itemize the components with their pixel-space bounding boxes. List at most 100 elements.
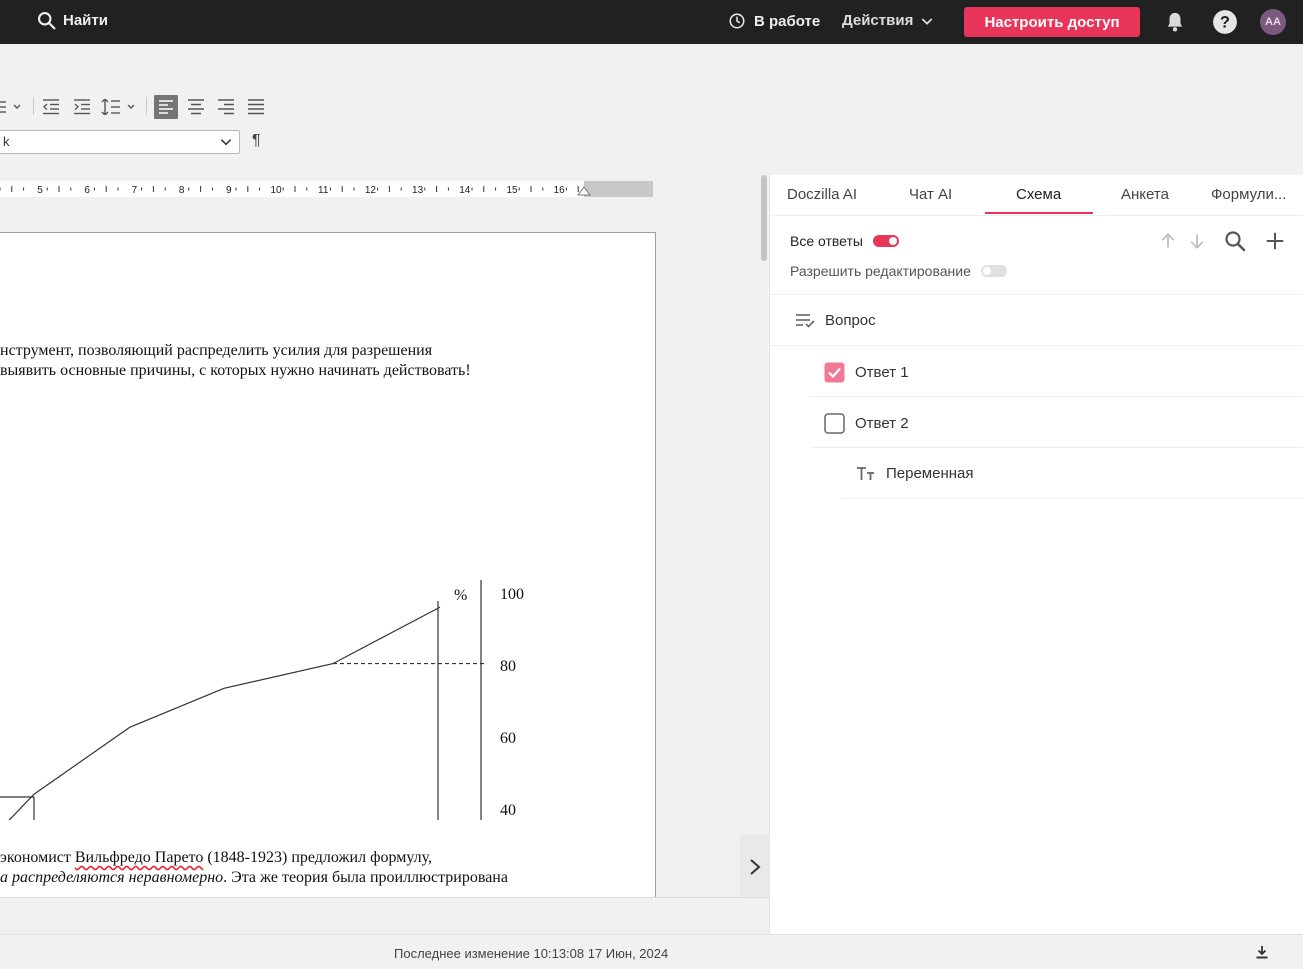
ruler-number: 7 — [132, 185, 138, 196]
allow-editing-label: Разрешить редактирование — [790, 263, 971, 279]
arrow-up-icon[interactable] — [1158, 231, 1178, 251]
status-label: В работе — [754, 12, 821, 30]
doc-text-span: (1848-1923) предложил формулу, — [203, 849, 433, 866]
arrow-down-icon[interactable] — [1187, 231, 1207, 251]
chevron-down-icon — [922, 17, 933, 25]
doc-paragraph-line: нструмент, позволяющий распределить усил… — [0, 342, 433, 359]
ruler-number: 10 — [270, 185, 282, 196]
align-left-button[interactable] — [154, 95, 178, 119]
indent-icon[interactable] — [73, 99, 91, 115]
top-bar: Найти В работе Действия Настроить доступ… — [0, 0, 1303, 44]
all-answers-toggle[interactable] — [872, 235, 899, 247]
clock-icon — [729, 13, 745, 29]
tree-item-answer-2[interactable]: Ответ 2 — [824, 413, 909, 434]
style-value: k — [3, 134, 10, 149]
toolbar-divider — [33, 97, 34, 115]
outdent-icon[interactable] — [42, 99, 60, 115]
text-type-icon — [857, 466, 874, 480]
spellcheck-word: Вильфредо Парето — [74, 849, 204, 866]
tree-divider — [770, 345, 1303, 346]
help-icon[interactable]: ? — [1212, 9, 1238, 35]
active-tab-indicator — [985, 212, 1093, 214]
indent-marker-icon[interactable] — [577, 186, 591, 200]
download-icon[interactable] — [1255, 945, 1269, 959]
doc-text-span: экономист — [0, 849, 75, 866]
chevron-right-icon — [749, 859, 761, 875]
document-area: нструмент, позволяющий распределить усил… — [0, 175, 769, 897]
ruler-number: 14 — [459, 185, 471, 196]
toolbar-divider — [146, 97, 147, 115]
ruler-number: 9 — [226, 185, 232, 196]
toggle-knob — [982, 267, 991, 275]
search-label: Найти — [63, 12, 108, 29]
align-right-icon[interactable] — [216, 99, 236, 115]
search-icon[interactable] — [1223, 229, 1247, 253]
tree-item-question[interactable]: Вопрос — [795, 312, 876, 329]
cumulative-line — [8, 606, 441, 820]
search-icon — [38, 12, 56, 30]
all-answers-label: Все ответы — [790, 233, 863, 249]
ruler-number: 12 — [365, 185, 377, 196]
align-center-icon[interactable] — [186, 99, 206, 115]
ruler[interactable]: 5678910111213141516171 — [0, 181, 657, 197]
doc-text-span: . Эта же теория была проиллюстрирована — [223, 869, 508, 886]
ruler-number: 8 — [179, 185, 185, 196]
actions-label: Действия — [842, 12, 914, 29]
tree-item-label: Ответ 2 — [855, 415, 909, 432]
expand-panel-button[interactable] — [740, 835, 769, 899]
all-answers-row: Все ответы — [790, 233, 899, 249]
tab-chat-ai[interactable]: Чат AI — [909, 186, 952, 203]
ruler-number: 13 — [412, 185, 424, 196]
show-formatting-marks-button[interactable]: ¶ — [252, 132, 261, 150]
checkbox-checked-icon[interactable] — [824, 362, 845, 383]
tree-item-label: Переменная — [886, 465, 974, 482]
tab-formulas[interactable]: Формули... — [1211, 186, 1286, 203]
ruler-number: 11 — [318, 185, 329, 196]
side-panel: Doczilla AI Чат AI Схема Анкета Формули.… — [769, 175, 1303, 934]
y-tick-label: 100 — [500, 586, 524, 603]
y-tick-label: 80 — [500, 658, 516, 675]
tab-doczilla-ai[interactable]: Doczilla AI — [787, 186, 857, 203]
last-change-text: Последнее изменение 10:13:08 17 Июн, 202… — [394, 946, 669, 961]
svg-text:?: ? — [1220, 13, 1230, 31]
doc-paragraph-line: а распределяются неравномерно. Эта же те… — [0, 869, 508, 887]
panel-tabs: Doczilla AI Чат AI Схема Анкета Формули.… — [770, 175, 1303, 216]
allow-editing-row: Разрешить редактирование — [790, 263, 1007, 279]
tree-divider — [842, 498, 1303, 499]
avatar[interactable]: AA — [1260, 9, 1286, 35]
chevron-down-icon — [220, 139, 232, 146]
tree-divider — [810, 447, 1303, 448]
vertical-scrollbar[interactable] — [761, 175, 767, 261]
tree-item-label: Вопрос — [825, 312, 876, 329]
italic-text: а распределяются неравномерно — [0, 869, 224, 886]
paragraph-style-select[interactable]: k — [0, 130, 240, 154]
question-list-icon — [796, 313, 815, 328]
search-button[interactable]: Найти — [36, 10, 108, 31]
y-tick-label: 60 — [500, 730, 516, 747]
status-button[interactable]: В работе — [728, 12, 820, 30]
align-justify-icon[interactable] — [246, 99, 266, 115]
line-spacing-icon[interactable] — [101, 99, 137, 115]
checkbox-unchecked-icon[interactable] — [824, 413, 845, 434]
align-left-icon — [159, 100, 173, 114]
tree-item-answer-1[interactable]: Ответ 1 — [824, 362, 909, 383]
list-icon[interactable] — [0, 99, 24, 115]
tree-divider — [810, 396, 1303, 397]
tab-questionnaire[interactable]: Анкета — [1121, 186, 1169, 203]
tab-schema[interactable]: Схема — [1016, 186, 1061, 203]
document-footer-area — [0, 897, 769, 934]
ruler-number — [646, 185, 656, 197]
configure-access-button[interactable]: Настроить доступ — [964, 7, 1140, 37]
status-bar: Последнее изменение 10:13:08 17 Июн, 202… — [0, 934, 1303, 969]
allow-editing-toggle[interactable] — [980, 265, 1007, 277]
ruler-margin — [584, 181, 653, 197]
ruler-number: 5 — [37, 185, 43, 196]
actions-dropdown[interactable]: Действия — [842, 12, 935, 29]
ruler-number: 6 — [84, 185, 90, 196]
toggle-knob — [888, 237, 897, 245]
unit-label: % — [454, 587, 467, 604]
tree-item-variable[interactable]: Переменная — [856, 465, 974, 482]
add-icon[interactable] — [1264, 230, 1286, 252]
bell-icon[interactable] — [1164, 10, 1186, 34]
y-tick-label: 40 — [500, 802, 516, 819]
